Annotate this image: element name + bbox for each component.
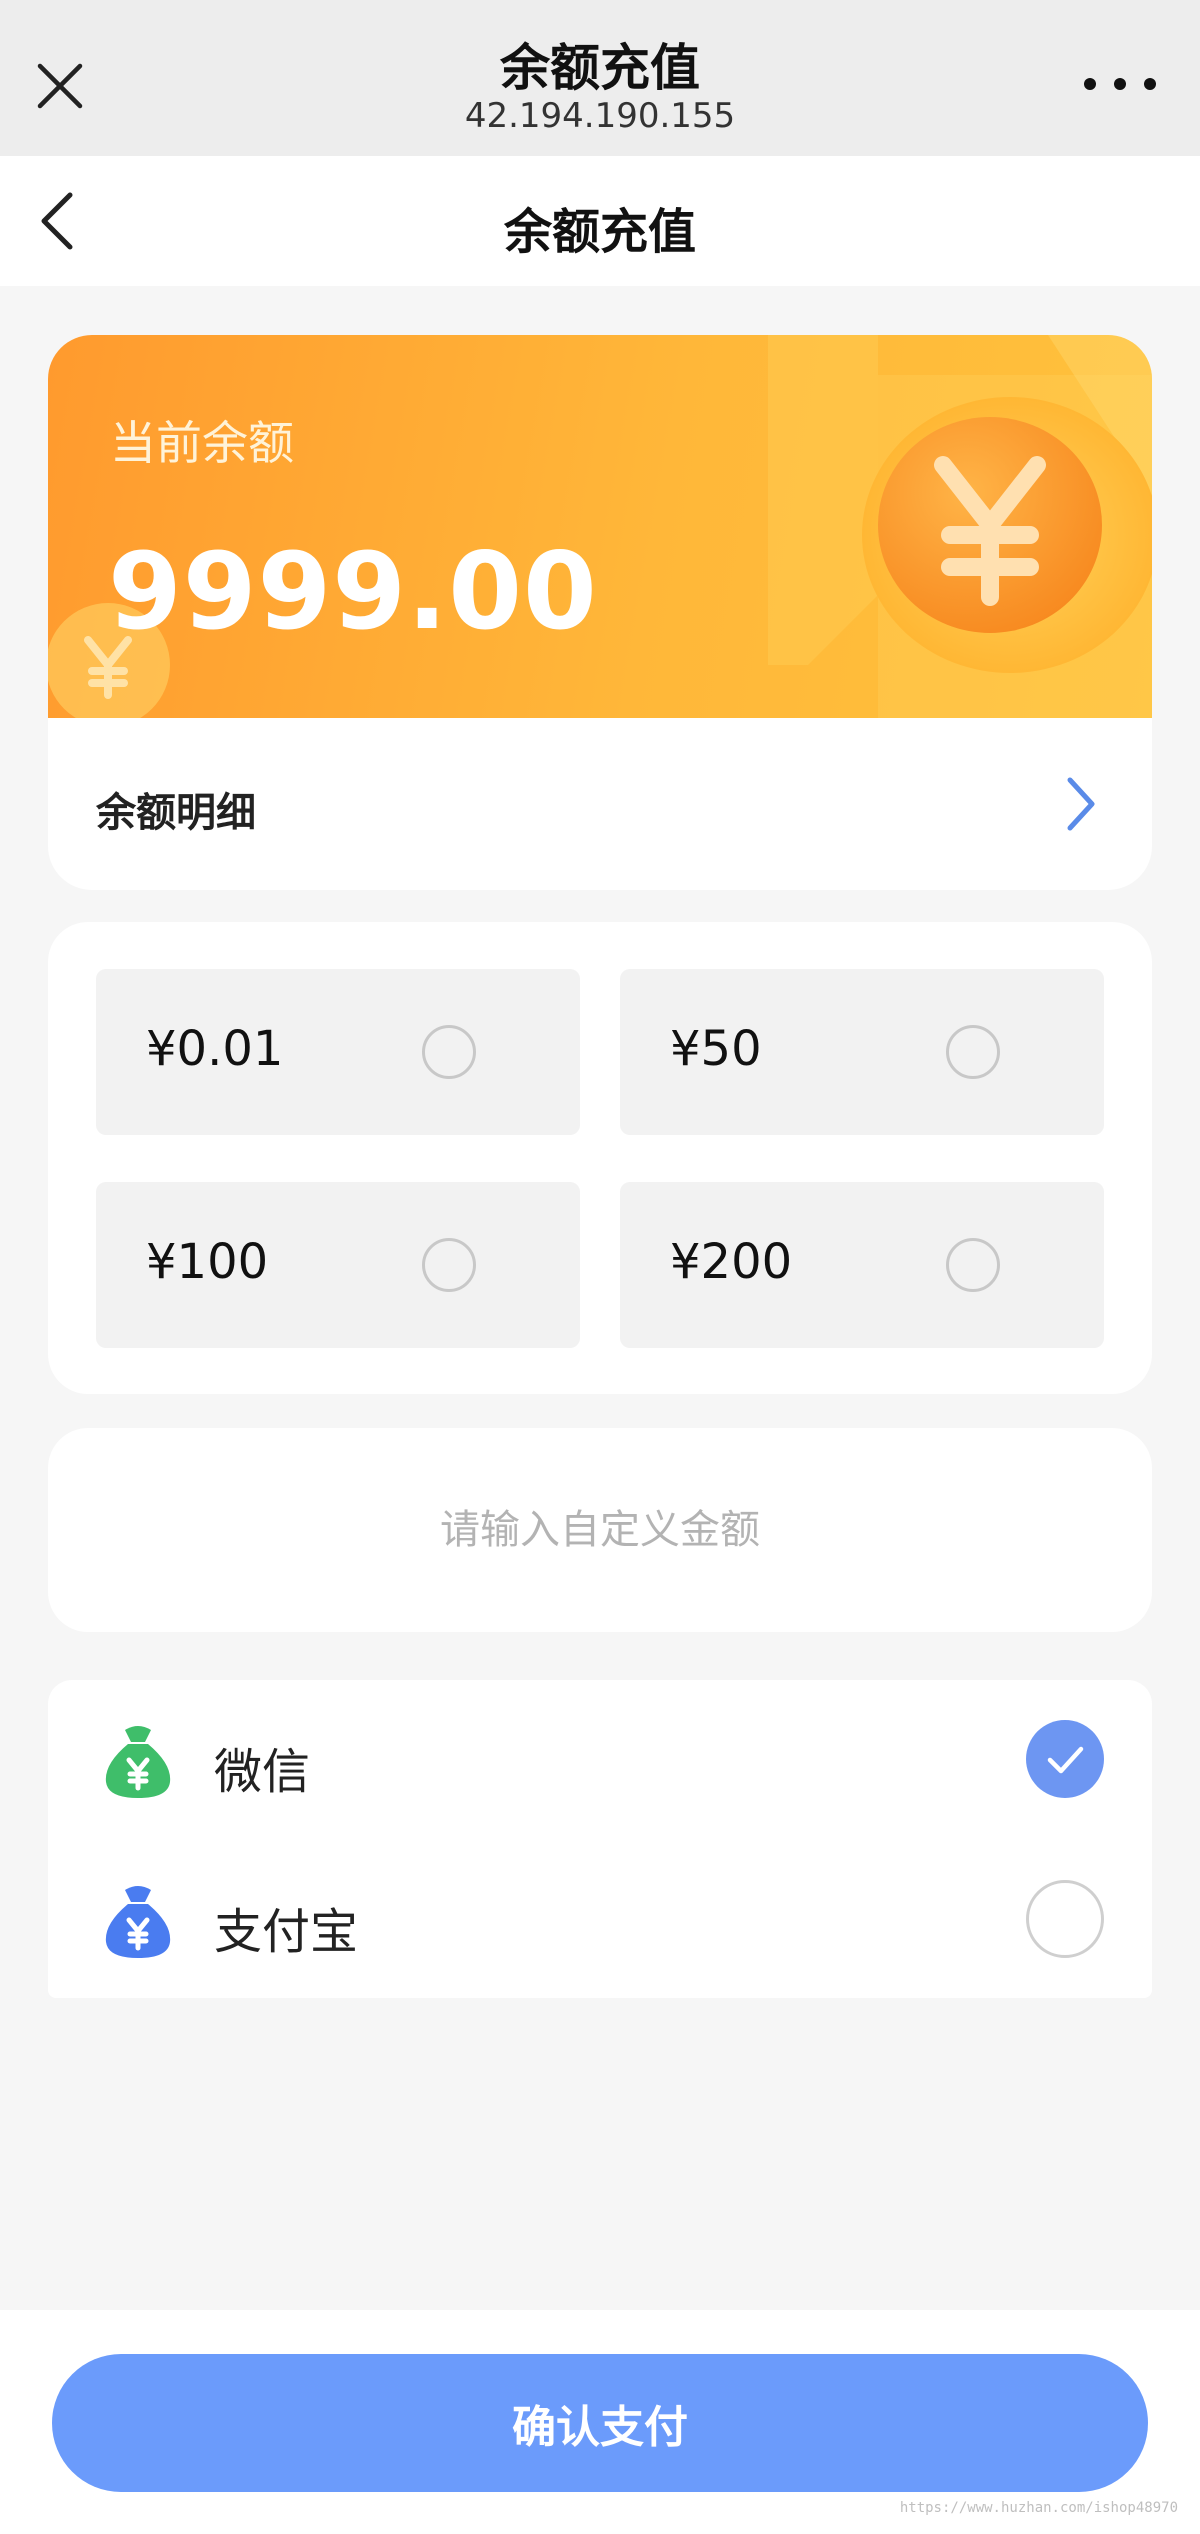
amount-option-label: ¥50 (670, 1021, 762, 1077)
payment-methods-card: 微信 支付宝 (48, 1680, 1152, 1998)
app-nav-bar: 余额充值 (0, 156, 1200, 286)
balance-detail-label: 余额明细 (96, 790, 256, 836)
balance-banner: 当前余额 9999.00 (48, 335, 1152, 718)
custom-amount-card (48, 1428, 1152, 1632)
browser-top-bar: 余额充值 42.194.190.155 (0, 0, 1200, 156)
amount-option-label: ¥0.01 (146, 1021, 284, 1077)
radio-button[interactable] (1026, 1880, 1104, 1958)
radio-button[interactable] (946, 1238, 1000, 1292)
payment-method-wechat[interactable]: 微信 (48, 1680, 1152, 1840)
confirm-payment-button[interactable]: 确认支付 (52, 2354, 1148, 2492)
balance-label: 当前余额 (110, 416, 294, 470)
payment-method-label: 支付宝 (214, 1904, 359, 1960)
more-options-icon[interactable] (1084, 64, 1156, 104)
radio-button[interactable] (422, 1025, 476, 1079)
page-title: 余额充值 (503, 204, 696, 260)
browser-page-title: 余额充值 (500, 39, 700, 97)
balance-card: 当前余额 9999.00 余额明细 (48, 335, 1152, 890)
checkmark-radio-icon[interactable] (1026, 1720, 1104, 1798)
payment-method-label: 微信 (214, 1744, 311, 1800)
payment-method-alipay[interactable]: 支付宝 (48, 1840, 1152, 2000)
amount-option-200[interactable]: ¥200 (620, 1182, 1104, 1348)
alipay-money-bag-icon (105, 1886, 171, 1958)
dot (1114, 78, 1126, 90)
wechat-money-bag-icon (105, 1726, 171, 1798)
amount-option-label: ¥100 (146, 1234, 269, 1290)
watermark: https://www.huzhan.com/ishop48970 (899, 2500, 1178, 2516)
radio-button[interactable] (422, 1238, 476, 1292)
browser-url: 42.194.190.155 (464, 96, 736, 136)
amount-option-50[interactable]: ¥50 (620, 969, 1104, 1135)
custom-amount-input[interactable] (48, 1428, 1152, 1632)
amount-option-0-01[interactable]: ¥0.01 (96, 969, 580, 1135)
balance-detail-row[interactable]: 余额明细 (48, 718, 1152, 890)
amount-options-card: ¥0.01 ¥50 ¥100 ¥200 (48, 922, 1152, 1394)
radio-button[interactable] (946, 1025, 1000, 1079)
balance-amount: 9999.00 (108, 530, 598, 653)
amount-option-100[interactable]: ¥100 (96, 1182, 580, 1348)
coin-decoration-icon (48, 335, 1152, 718)
amount-option-label: ¥200 (670, 1234, 793, 1290)
bottom-action-bar: 确认支付 https://www.huzhan.com/ishop48970 (0, 2310, 1200, 2534)
dot (1084, 78, 1096, 90)
chevron-right-icon (1067, 777, 1095, 831)
dot (1144, 78, 1156, 90)
